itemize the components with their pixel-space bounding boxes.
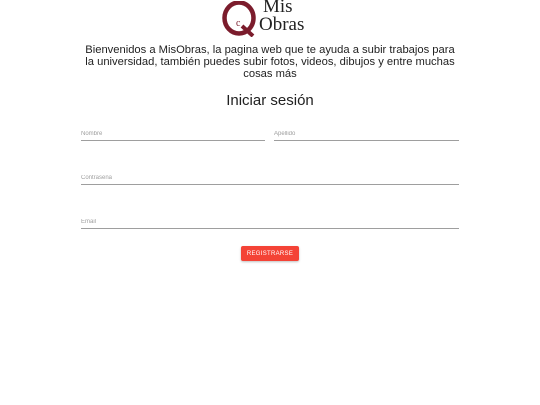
- svg-text:c: c: [236, 18, 241, 29]
- page: c Mis Obras Bienvenidos a MisObras, la p…: [0, 0, 540, 405]
- apellido-field: [274, 127, 459, 145]
- password-field: [81, 171, 459, 189]
- apellido-input[interactable]: [274, 127, 459, 141]
- email-field: [81, 215, 459, 233]
- mis-obras-logo-icon: c: [222, 1, 256, 37]
- page-title: Iniciar sesión: [226, 92, 314, 109]
- password-input[interactable]: [81, 171, 459, 185]
- register-button[interactable]: Registrarse: [241, 246, 299, 261]
- logo-line-2: Obras: [259, 14, 305, 35]
- intro-text: Bienvenidos a MisObras, la pagina web qu…: [85, 44, 455, 81]
- nombre-field: [81, 127, 265, 145]
- nombre-input[interactable]: [81, 127, 265, 141]
- logo-text: Mis Obras: [259, 0, 304, 34]
- site-logo[interactable]: c Mis Obras: [222, 0, 314, 38]
- email-input[interactable]: [81, 215, 459, 229]
